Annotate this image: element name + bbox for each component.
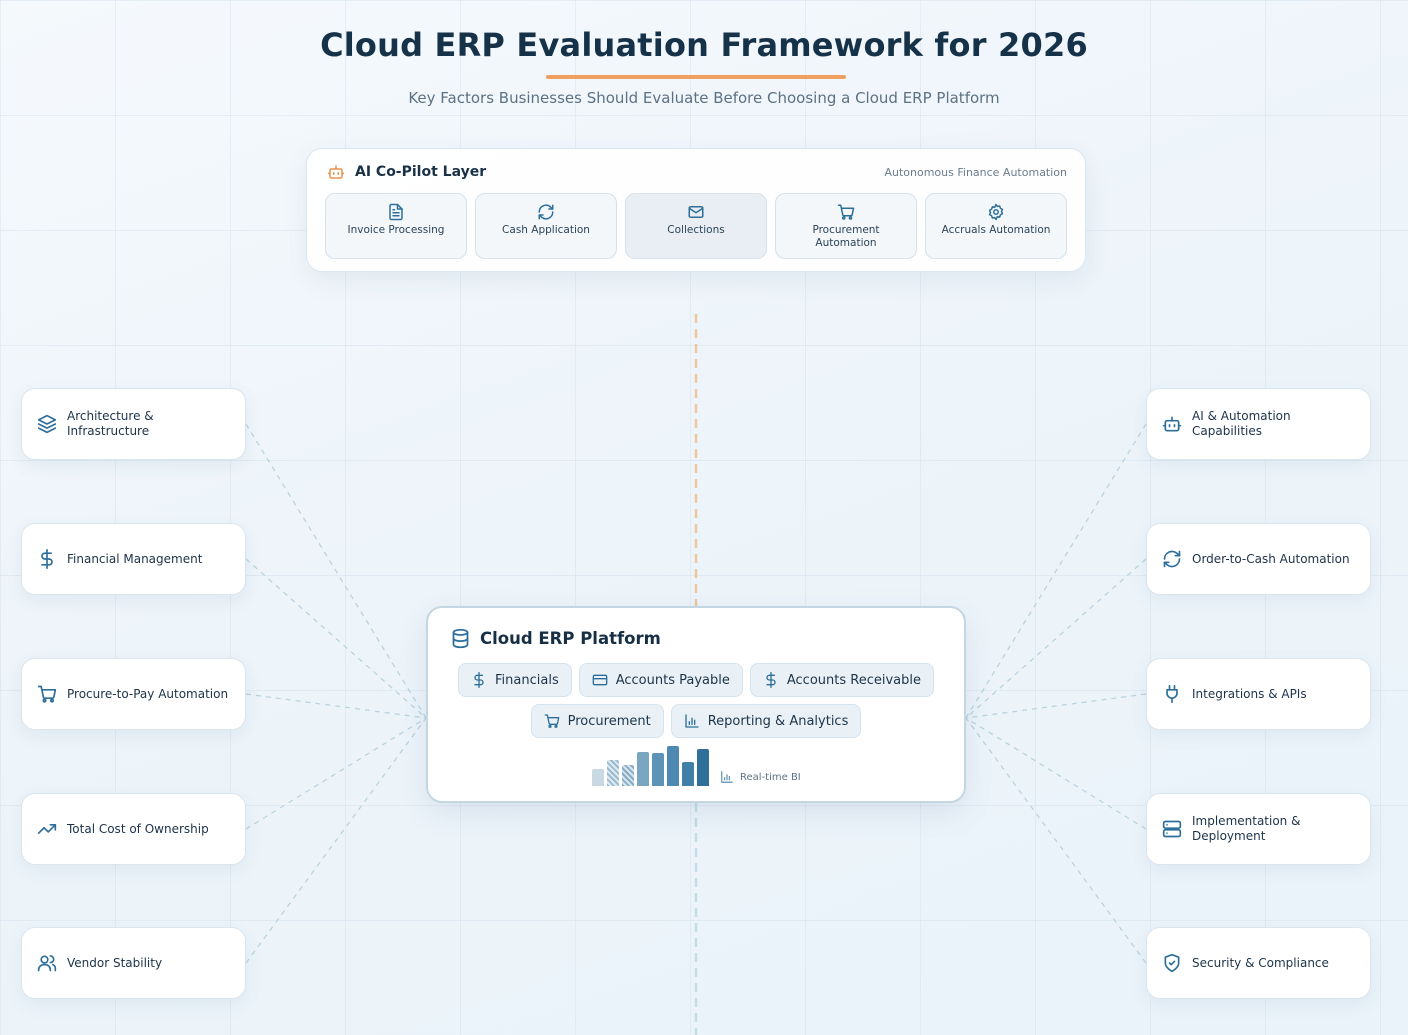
connector-right-2 bbox=[965, 558, 1147, 719]
module-procurement[interactable]: Procurement bbox=[530, 704, 664, 738]
bar-chart-icon bbox=[684, 713, 700, 729]
module-label: Accounts Receivable bbox=[786, 672, 921, 688]
copilot-card-label: Cash Application bbox=[502, 224, 590, 236]
bi-bar bbox=[697, 749, 709, 786]
factor-order-to-cash[interactable]: Order-to-Cash Automation bbox=[1146, 523, 1371, 595]
title-underline bbox=[546, 75, 846, 79]
copilot-card-accruals-automation[interactable]: Accruals Automation bbox=[925, 193, 1067, 259]
bi-bar bbox=[652, 753, 664, 786]
module-label: Reporting & Analytics bbox=[707, 713, 849, 729]
copilot-card-procurement-automation[interactable]: Procurement Automation bbox=[775, 193, 917, 259]
factor-vendor-stability[interactable]: Vendor Stability bbox=[21, 927, 246, 999]
factor-label: Security & Compliance bbox=[1192, 955, 1329, 970]
factor-security-compliance[interactable]: Security & Compliance bbox=[1146, 927, 1371, 999]
connector-right-4 bbox=[965, 717, 1147, 830]
bar-chart-icon bbox=[720, 770, 734, 784]
factor-label: Implementation & Deployment bbox=[1192, 814, 1301, 843]
bi-bar-chart bbox=[592, 742, 709, 786]
module-label: Financials bbox=[495, 672, 559, 688]
factor-label: Order-to-Cash Automation bbox=[1192, 551, 1350, 566]
page-title: Cloud ERP Evaluation Framework for 2026 bbox=[320, 26, 1088, 64]
module-label: Accounts Payable bbox=[615, 672, 730, 688]
bi-bar bbox=[637, 752, 649, 786]
refresh-icon bbox=[537, 203, 555, 221]
connector-left-2 bbox=[245, 558, 427, 719]
factor-label: Architecture & Infrastructure bbox=[67, 409, 154, 438]
shield-icon bbox=[1162, 953, 1182, 973]
bi-bar bbox=[607, 760, 619, 786]
cart-icon bbox=[544, 713, 560, 729]
refresh-icon bbox=[1162, 549, 1182, 569]
bi-bar bbox=[667, 746, 679, 786]
cart-icon bbox=[837, 203, 855, 221]
factor-label: Vendor Stability bbox=[67, 955, 163, 970]
module-accounts-payable[interactable]: Accounts Payable bbox=[578, 663, 743, 697]
copilot-card-cash-application[interactable]: Cash Application bbox=[475, 193, 617, 259]
copilot-card-label: Collections bbox=[667, 224, 725, 236]
copilot-card-invoice-processing[interactable]: Invoice Processing bbox=[325, 193, 467, 259]
connector-right-3 bbox=[965, 693, 1147, 719]
layers-icon bbox=[37, 414, 57, 434]
module-reporting-analytics[interactable]: Reporting & Analytics bbox=[670, 704, 862, 738]
credit-card-icon bbox=[592, 672, 608, 688]
dollar-icon bbox=[471, 672, 487, 688]
module-financials[interactable]: Financials bbox=[458, 663, 572, 697]
bi-bar bbox=[592, 769, 604, 786]
factor-label: Financial Management bbox=[67, 551, 203, 566]
module-accounts-receivable[interactable]: Accounts Receivable bbox=[749, 663, 934, 697]
bi-bar bbox=[682, 762, 694, 786]
copilot-title: AI Co-Pilot Layer bbox=[355, 164, 487, 180]
copilot-tag: Autonomous Finance Automation bbox=[884, 166, 1067, 179]
copilot-card-label: Invoice Processing bbox=[347, 224, 445, 236]
bi-bar bbox=[622, 765, 634, 786]
factor-label: Total Cost of Ownership bbox=[67, 821, 209, 836]
robot-icon bbox=[327, 163, 345, 181]
copilot-card-collections[interactable]: Collections bbox=[625, 193, 767, 259]
copilot-card-label: Accruals Automation bbox=[941, 224, 1051, 236]
connector-right-1 bbox=[965, 423, 1147, 719]
factor-architecture-infrastructure[interactable]: Architecture & Infrastructure bbox=[21, 388, 246, 460]
gear-icon bbox=[987, 203, 1005, 221]
copilot-panel: AI Co-Pilot Layer Autonomous Finance Aut… bbox=[306, 148, 1086, 272]
module-label: Procurement bbox=[567, 713, 651, 729]
document-icon bbox=[387, 203, 405, 221]
factor-label: Integrations & APIs bbox=[1192, 686, 1307, 701]
database-icon bbox=[450, 628, 471, 649]
bi-label: Real-time BI bbox=[740, 771, 801, 783]
plug-icon bbox=[1162, 684, 1182, 704]
factor-label: AI & Automation Capabilities bbox=[1192, 409, 1291, 438]
cart-icon bbox=[37, 684, 57, 704]
connector-left-3 bbox=[245, 693, 427, 719]
connector-right-5 bbox=[965, 717, 1147, 964]
dollar-icon bbox=[37, 549, 57, 569]
dollar-icon bbox=[763, 672, 779, 688]
trending-up-icon bbox=[37, 819, 57, 839]
server-icon bbox=[1162, 819, 1182, 839]
factor-procure-to-pay[interactable]: Procure-to-Pay Automation bbox=[21, 658, 246, 730]
robot-icon bbox=[1162, 414, 1182, 434]
platform-title: Cloud ERP Platform bbox=[480, 629, 661, 648]
connector-left-1 bbox=[245, 423, 427, 719]
page-subtitle: Key Factors Businesses Should Evaluate B… bbox=[408, 89, 1000, 107]
factor-implementation-deployment[interactable]: Implementation & Deployment bbox=[1146, 793, 1371, 865]
connector-left-5 bbox=[245, 717, 427, 964]
copilot-card-label: Procurement Automation bbox=[812, 224, 880, 249]
cloud-erp-platform: Cloud ERP Platform Financials Accounts P… bbox=[426, 606, 966, 803]
factor-total-cost-of-ownership[interactable]: Total Cost of Ownership bbox=[21, 793, 246, 865]
factor-label: Procure-to-Pay Automation bbox=[67, 686, 229, 701]
factor-ai-automation[interactable]: AI & Automation Capabilities bbox=[1146, 388, 1371, 460]
connector-left-4 bbox=[245, 717, 427, 830]
mail-icon bbox=[687, 203, 705, 221]
factor-integrations-apis[interactable]: Integrations & APIs bbox=[1146, 658, 1371, 730]
factor-financial-management[interactable]: Financial Management bbox=[21, 523, 246, 595]
users-icon bbox=[37, 953, 57, 973]
